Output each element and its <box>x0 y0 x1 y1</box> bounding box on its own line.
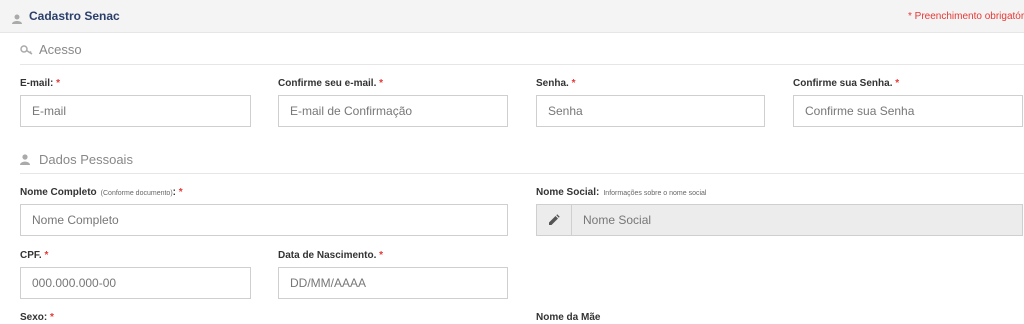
cpf-label: CPF. * <box>20 250 49 261</box>
password-field[interactable] <box>536 95 765 127</box>
confirm-password-field[interactable] <box>793 95 1023 127</box>
confirm-password-label: Confirme sua Senha. * <box>793 78 900 89</box>
confirm-email-label: Confirme seu e-mail. * <box>278 78 384 89</box>
full-name-field[interactable] <box>20 204 508 236</box>
confirm-email-field[interactable] <box>278 95 508 127</box>
page-title: Cadastro Senac <box>29 9 120 23</box>
divider <box>20 173 1024 174</box>
sex-label: Sexo: * <box>20 312 54 323</box>
birth-date-label: Data de Nascimento. * <box>278 250 384 261</box>
social-name-group <box>536 204 1023 236</box>
user-icon <box>12 11 22 29</box>
section-access-title: Acesso <box>39 42 82 57</box>
email-label: E-mail: * <box>20 78 61 89</box>
social-name-field[interactable] <box>572 205 1022 235</box>
social-name-hint: Informações sobre o nome social <box>603 190 707 197</box>
cpf-field[interactable] <box>20 267 251 299</box>
birth-date-field[interactable] <box>278 267 508 299</box>
email-field[interactable] <box>20 95 251 127</box>
section-personal-title: Dados Pessoais <box>39 152 133 167</box>
mother-name-label: Nome da Mãe <box>536 312 601 323</box>
form-header: Cadastro Senac * Preenchimento obrigatór… <box>0 0 1024 33</box>
required-note: * Preenchimento obrigatório <box>908 11 1024 22</box>
edit-icon <box>549 214 560 225</box>
full-name-label: Nome Completo (Conforme documento): * <box>20 187 183 198</box>
divider <box>20 64 1024 65</box>
password-label: Senha. * <box>536 78 576 89</box>
key-icon <box>20 43 34 58</box>
full-name-hint: (Conforme documento) <box>100 190 173 197</box>
social-name-label: Nome Social: Informações sobre o nome soc… <box>536 187 707 198</box>
social-name-addon <box>537 205 572 235</box>
user-icon <box>20 153 30 168</box>
